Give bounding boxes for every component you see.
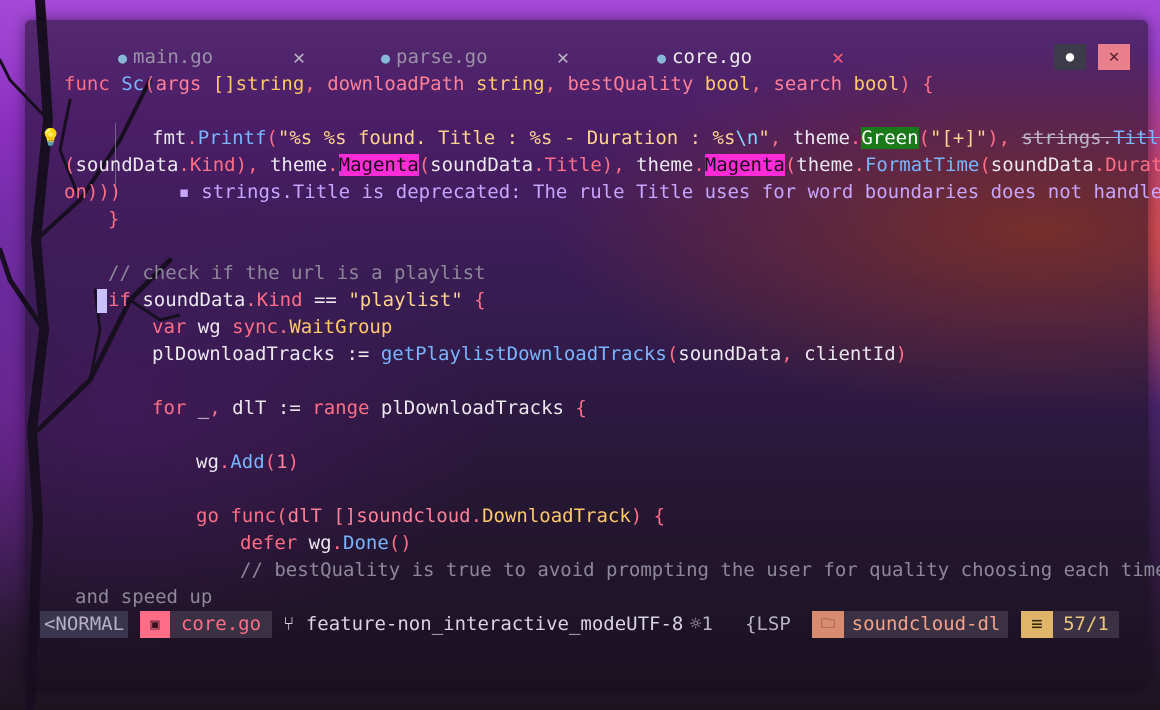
gopher-icon: ● <box>381 49 391 67</box>
branch-label: feature-non_interactive_modeUTF-8 <box>305 613 684 635</box>
diagnostic-message: ▪ strings.Title is deprecated: The rule … <box>178 181 1160 203</box>
hint-count: ☼1 <box>690 613 713 635</box>
status-bar: <NORMAL ▣ core.go ⑂ feature-non_interact… <box>40 611 1130 638</box>
window-close-icon[interactable]: ✕ <box>1098 44 1130 70</box>
code-line: // check if the url is a playlist <box>108 262 486 284</box>
tab-close-icon[interactable]: ✕ <box>293 44 305 70</box>
gopher-icon: ● <box>118 49 128 67</box>
tab-close-icon[interactable]: ✕ <box>832 44 844 70</box>
status-filename: core.go <box>170 611 272 638</box>
tab-bar: ● main.go ✕ ● parse.go ✕ ● core.go ✕ <box>25 44 1148 70</box>
project-name: soundcloud-dl <box>844 611 1008 638</box>
editor-window: ● main.go ✕ ● parse.go ✕ ● core.go ✕ ● ✕ 💡 … <box>25 20 1160 688</box>
code-line: on))) ▪ strings.Title is deprecated: The… <box>64 179 1160 206</box>
tab-main-go[interactable]: ● main.go <box>118 44 213 70</box>
code-line: func Sc(args []string, downloadPath stri… <box>64 73 934 95</box>
code-line: and speed up <box>75 586 213 608</box>
gopher-icon: ● <box>657 49 667 67</box>
code-line: } <box>108 208 120 230</box>
text-cursor <box>97 289 107 313</box>
code-line: wg.Add(1) <box>196 451 300 473</box>
tab-label: parse.go <box>396 46 488 68</box>
git-branch: ⑂ feature-non_interactive_modeUTF-8 <box>283 611 683 638</box>
branch-icon: ⑂ <box>283 613 295 635</box>
code-line: var wg sync.WaitGroup <box>152 316 393 338</box>
code-line: if soundData.Kind == "playlist" { <box>108 289 486 311</box>
mode-indicator: <NORMAL <box>40 611 128 638</box>
position-icon: ≡ <box>1021 611 1053 638</box>
folder-icon: 🗀 <box>812 611 844 638</box>
lsp-status: {LSP <box>745 613 791 635</box>
cursor-position: 57/1 <box>1053 611 1119 638</box>
tab-label: core.go <box>672 46 753 68</box>
tab-close-icon[interactable]: ✕ <box>557 44 569 70</box>
tab-parse-go[interactable]: ● parse.go <box>381 44 488 70</box>
code-line: // bestQuality is true to avoid promptin… <box>240 559 1160 581</box>
tab-label: main.go <box>133 46 214 68</box>
lightbulb-icon[interactable]: 💡 <box>40 128 61 148</box>
file-icon: ▣ <box>140 611 170 638</box>
code-line: plDownloadTracks := getPlaylistDownloadT… <box>152 343 908 365</box>
code-line: fmt.Printf("%s %s found. Title : %s - Du… <box>152 127 1160 149</box>
tab-core-go[interactable]: ● core.go <box>657 44 752 70</box>
code-line: for _, dlT := range plDownloadTracks { <box>152 397 587 419</box>
toggle-icon[interactable]: ● <box>1054 44 1086 70</box>
code-line: go func(dlT []soundcloud.DownloadTrack) … <box>196 505 666 527</box>
code-line: defer wg.Done() <box>240 532 412 554</box>
code-line: (soundData.Kind), theme.Magenta(soundDat… <box>64 154 1160 176</box>
